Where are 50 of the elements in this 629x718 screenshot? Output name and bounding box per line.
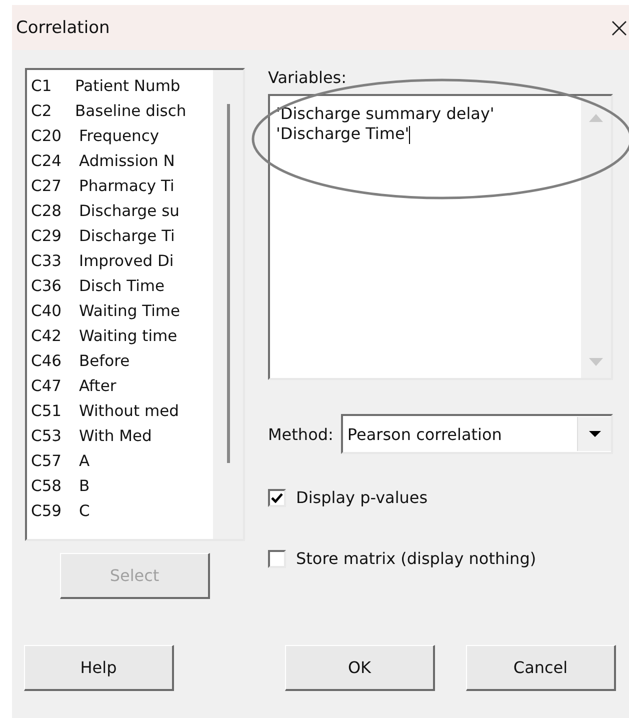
column-id[interactable]: C58 — [27, 476, 79, 494]
column-name[interactable]: Without med — [79, 402, 179, 420]
column-name[interactable]: Discharge su — [79, 202, 180, 220]
column-id[interactable]: C53 — [27, 426, 79, 444]
column-id[interactable]: C46 — [27, 352, 79, 370]
column-list[interactable] — [25, 68, 245, 541]
variables-label: Variables: — [268, 68, 348, 87]
column-name[interactable]: Pharmacy Ti — [79, 176, 174, 194]
column-name[interactable]: Admission N — [79, 152, 175, 170]
column-name[interactable]: Improved Di — [79, 252, 174, 270]
column-id[interactable]: C47 — [27, 376, 79, 394]
column-name[interactable]: With Med — [79, 426, 152, 444]
column-id[interactable]: C40 — [27, 302, 79, 320]
column-id[interactable]: C33 — [27, 252, 79, 270]
column-name[interactable]: Waiting time — [79, 326, 178, 344]
column-name[interactable]: Baseline disch — [75, 102, 186, 120]
column-id[interactable]: C2 — [27, 102, 75, 120]
dropdown-arrow-icon[interactable] — [588, 431, 600, 437]
column-id[interactable]: C59 — [27, 502, 79, 520]
dialog-button[interactable]: OK — [285, 645, 435, 691]
column-id[interactable]: C36 — [27, 276, 79, 294]
method-dropdown[interactable]: Pearson correlation — [341, 414, 613, 454]
dialog-button[interactable]: Help — [24, 645, 174, 691]
column-name[interactable]: Patient Numb — [75, 76, 180, 94]
scrollbar-thumb[interactable] — [226, 104, 230, 463]
option-checkbox[interactable]: Store matrix (display nothing) — [268, 549, 613, 568]
column-id[interactable]: C51 — [27, 402, 79, 420]
column-name[interactable]: C — [79, 502, 90, 520]
column-id[interactable]: C1 — [27, 76, 75, 94]
column-name[interactable]: Frequency — [79, 126, 160, 144]
dialog-button[interactable]: Cancel — [466, 645, 616, 691]
method-label: Method: — [268, 424, 334, 444]
column-id[interactable]: C27 — [27, 176, 79, 194]
column-name[interactable]: After — [79, 376, 116, 394]
column-name[interactable]: Disch Time — [79, 276, 165, 294]
column-id[interactable]: C28 — [27, 202, 79, 220]
option-checkbox[interactable]: Display p-values — [268, 488, 613, 507]
column-id[interactable]: C29 — [27, 226, 79, 244]
window-title: Correlation — [16, 18, 110, 38]
column-id[interactable]: C20 — [27, 126, 79, 144]
column-name[interactable]: Waiting Time — [79, 302, 180, 320]
column-id[interactable]: C42 — [27, 326, 79, 344]
column-name[interactable]: A — [79, 452, 90, 470]
check-icon — [271, 492, 283, 502]
column-name[interactable]: Discharge Ti — [79, 226, 175, 244]
close-button[interactable]: × — [608, 14, 629, 42]
column-name[interactable]: Before — [79, 352, 130, 370]
column-name[interactable]: B — [79, 476, 90, 494]
column-id[interactable]: C24 — [27, 152, 79, 170]
column-id[interactable]: C57 — [27, 452, 79, 470]
